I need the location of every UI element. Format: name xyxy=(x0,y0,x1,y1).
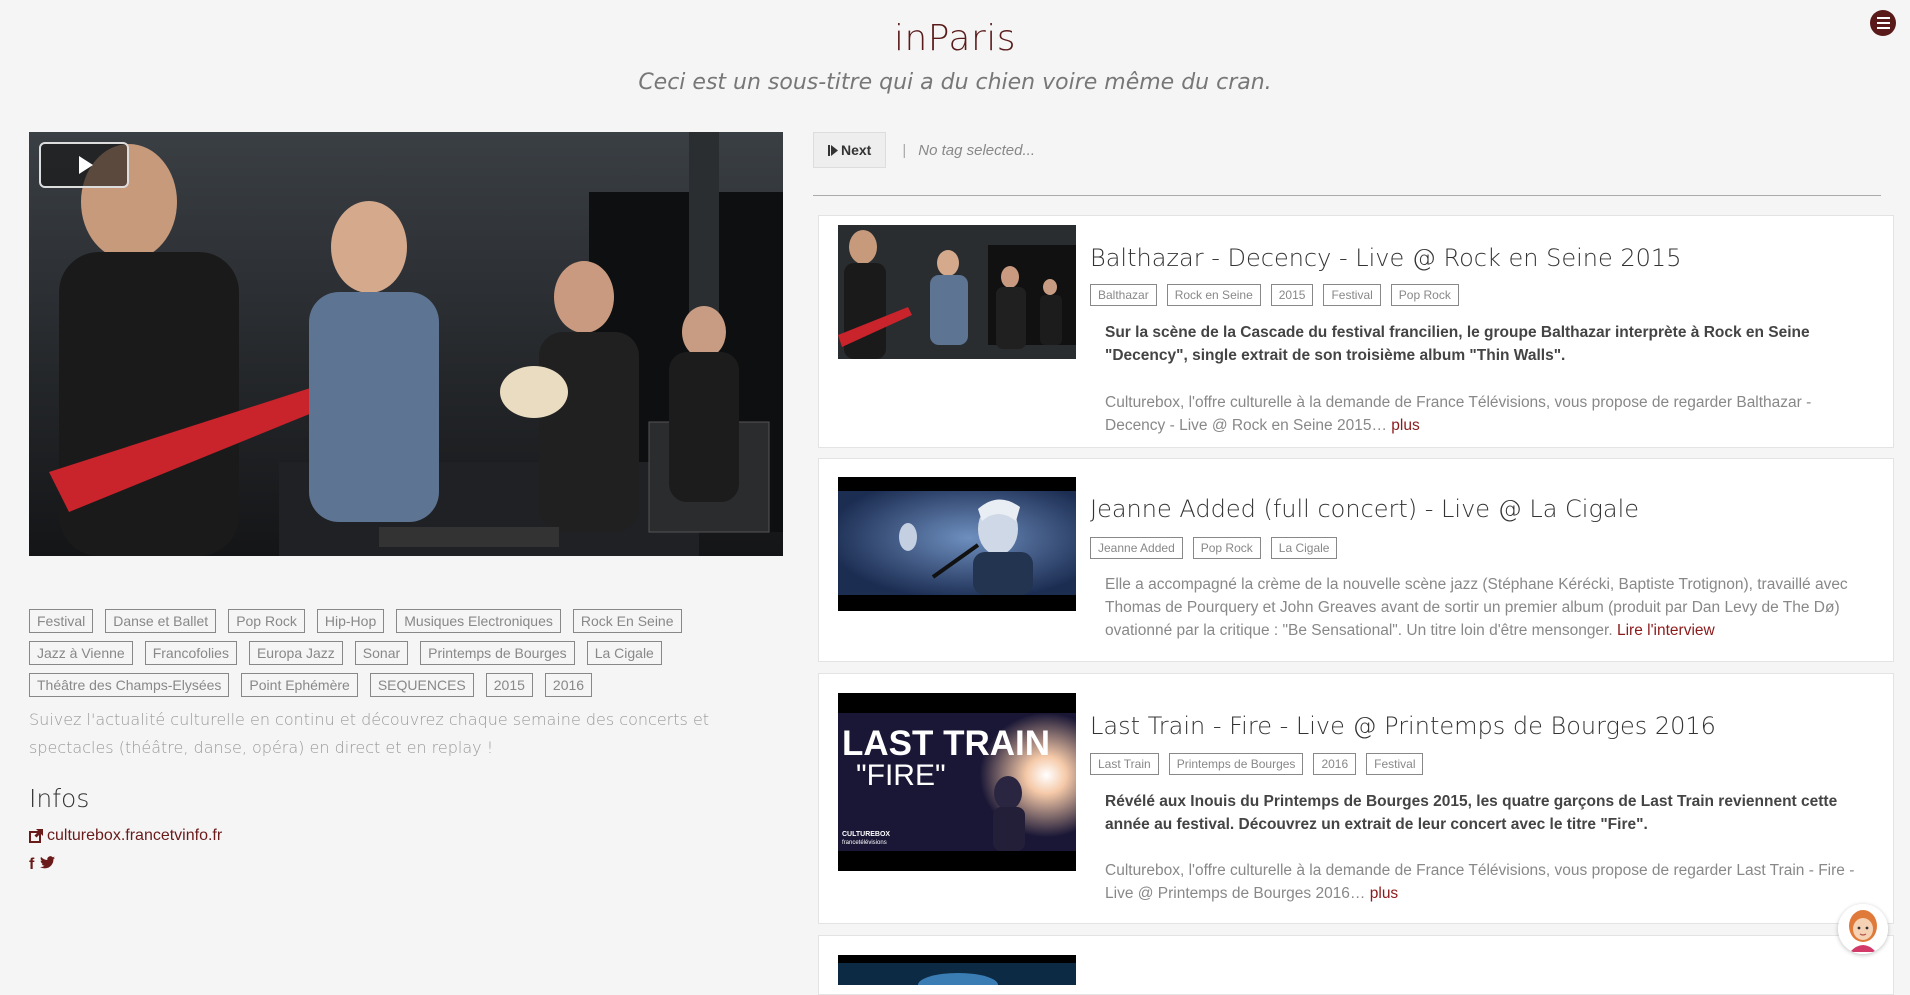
video-lead-text: Révélé aux Inouis du Printemps de Bourge… xyxy=(1105,793,1838,833)
next-button-label: Next xyxy=(841,142,872,158)
video-thumbnail[interactable] xyxy=(838,477,1076,611)
video-tag[interactable]: Jeanne Added xyxy=(1090,537,1183,559)
video-lead: Sur la scène de la Cascade du festival f… xyxy=(1105,321,1873,367)
tag-point-ephemere[interactable]: Point Ephémère xyxy=(241,673,358,697)
menu-icon xyxy=(1876,16,1890,31)
video-tag[interactable]: Festival xyxy=(1323,284,1381,306)
tag-europa-jazz[interactable]: Europa Jazz xyxy=(248,641,343,665)
play-button[interactable] xyxy=(39,142,129,188)
tag-sequences[interactable]: SEQUENCES xyxy=(369,673,474,697)
facebook-icon[interactable]: f xyxy=(29,856,34,874)
step-forward-icon xyxy=(828,144,838,156)
video-description-text: Culturebox, l'offre culturelle à la dema… xyxy=(1105,394,1812,434)
tag-danse-et-ballet[interactable]: Danse et Ballet xyxy=(105,609,217,633)
tag-musiques-electroniques[interactable]: Musiques Electroniques xyxy=(396,609,561,633)
video-tag[interactable]: Rock en Seine xyxy=(1166,284,1261,306)
site-title: inParis xyxy=(893,18,1017,59)
tag-theatre-champs-elysees[interactable]: Théâtre des Champs-Elysées xyxy=(29,673,230,697)
video-thumbnail[interactable]: LAST TRAIN "FIRE" CULTUREBOX francetélév… xyxy=(838,693,1076,871)
tag-hip-hop[interactable]: Hip-Hop xyxy=(316,609,385,633)
video-card[interactable]: Balthazar - Decency - Live @ Rock en Sei… xyxy=(818,215,1894,448)
infos-heading: Infos xyxy=(29,784,90,813)
video-tag[interactable]: Pop Rock xyxy=(1192,537,1261,559)
video-tag[interactable]: Printemps de Bourges xyxy=(1168,753,1304,775)
hamburger-menu-button[interactable] xyxy=(1870,10,1896,36)
video-description: Elle a accompagné la crème de la nouvell… xyxy=(1105,573,1873,642)
video-title[interactable]: Last Train - Fire - Live @ Printemps de … xyxy=(1090,712,1716,740)
tag-rock-en-seine[interactable]: Rock En Seine xyxy=(572,609,682,633)
video-title[interactable]: Jeanne Added (full concert) - Live @ La … xyxy=(1090,495,1639,523)
video-player[interactable] xyxy=(29,132,783,556)
video-card[interactable]: LAST TRAIN "FIRE" CULTUREBOX francetélév… xyxy=(818,673,1894,924)
video-thumbnail[interactable] xyxy=(838,955,1076,985)
video-tags: Balthazar Rock en Seine 2015 Festival Po… xyxy=(1090,284,1459,306)
channel-description: Suivez l'actualité culturelle en continu… xyxy=(29,710,710,757)
social-links: f xyxy=(29,856,56,874)
video-tag[interactable]: La Cigale xyxy=(1270,537,1338,559)
selected-tag-status: No tag selected... xyxy=(918,141,1035,159)
tag-sonar[interactable]: Sonar xyxy=(354,641,409,665)
thumbnail-image xyxy=(838,955,1076,985)
video-tag[interactable]: Last Train xyxy=(1090,753,1159,775)
thumbnail-image: LAST TRAIN "FIRE" CULTUREBOX francetélév… xyxy=(838,693,1076,871)
play-icon xyxy=(79,156,93,174)
thumbnail-line-2: "FIRE" xyxy=(856,759,946,792)
tag-la-cigale[interactable]: La Cigale xyxy=(586,641,662,665)
video-tag[interactable]: 2015 xyxy=(1270,284,1314,306)
video-card[interactable]: Jeanne Added (full concert) - Live @ La … xyxy=(818,458,1894,662)
video-title[interactable]: Balthazar - Decency - Live @ Rock en Sei… xyxy=(1090,244,1681,272)
tag-2016[interactable]: 2016 xyxy=(544,673,593,697)
video-lead: Révélé aux Inouis du Printemps de Bourge… xyxy=(1105,790,1873,836)
video-tag[interactable]: 2016 xyxy=(1313,753,1357,775)
thumbnail-brand-1: CULTUREBOX xyxy=(842,831,890,838)
video-tags: Jeanne Added Pop Rock La Cigale xyxy=(1090,537,1338,559)
video-card[interactable] xyxy=(818,935,1894,995)
video-lead-text: Sur la scène de la Cascade du festival f… xyxy=(1105,324,1810,364)
toolbar-separator: | xyxy=(902,141,907,159)
video-tag[interactable]: Pop Rock xyxy=(1390,284,1459,306)
external-link[interactable]: culturebox.francetvinfo.fr xyxy=(29,827,222,845)
tag-printemps-de-bourges[interactable]: Printemps de Bourges xyxy=(420,641,575,665)
video-description: Culturebox, l'offre culturelle à la dema… xyxy=(1105,391,1873,437)
thumbnail-image xyxy=(838,477,1076,611)
thumbnail-line-1: LAST TRAIN xyxy=(842,724,1050,763)
assistant-avatar[interactable] xyxy=(1838,904,1888,954)
video-tags: Last Train Printemps de Bourges 2016 Fes… xyxy=(1090,753,1424,775)
video-description-text: Elle a accompagné la crème de la nouvell… xyxy=(1105,576,1848,639)
interview-link[interactable]: Lire l'interview xyxy=(1617,622,1715,639)
tag-francofolies[interactable]: Francofolies xyxy=(144,641,237,665)
playlist-toolbar: Next | No tag selected... xyxy=(813,132,1035,168)
video-thumbnail[interactable] xyxy=(838,225,1076,359)
twitter-icon[interactable] xyxy=(40,856,56,869)
thumbnail-image xyxy=(838,225,1076,359)
more-link[interactable]: plus xyxy=(1370,885,1398,902)
video-tag[interactable]: Festival xyxy=(1366,753,1424,775)
tag-2015[interactable]: 2015 xyxy=(485,673,533,697)
thumbnail-brand-2: francetélévisions xyxy=(842,840,887,846)
video-frame xyxy=(29,132,783,556)
next-button[interactable]: Next xyxy=(813,132,887,168)
video-tag[interactable]: Balthazar xyxy=(1090,284,1157,306)
divider xyxy=(813,195,1881,196)
more-link[interactable]: plus xyxy=(1391,417,1419,434)
external-link-text: culturebox.francetvinfo.fr xyxy=(47,827,223,844)
tag-pop-rock[interactable]: Pop Rock xyxy=(228,609,305,633)
site-subtitle: Ceci est un sous-titre qui a du chien vo… xyxy=(638,70,1272,95)
avatar-icon xyxy=(1838,904,1888,954)
tag-festival[interactable]: Festival xyxy=(29,609,94,633)
tag-jazz-a-vienne[interactable]: Jazz à Vienne xyxy=(29,641,133,665)
video-description-text: Culturebox, l'offre culturelle à la dema… xyxy=(1105,862,1855,902)
tag-filter-list: Festival Danse et Ballet Pop Rock Hip-Ho… xyxy=(29,609,789,697)
video-description: Culturebox, l'offre culturelle à la dema… xyxy=(1105,859,1873,905)
external-link-icon xyxy=(29,829,43,843)
